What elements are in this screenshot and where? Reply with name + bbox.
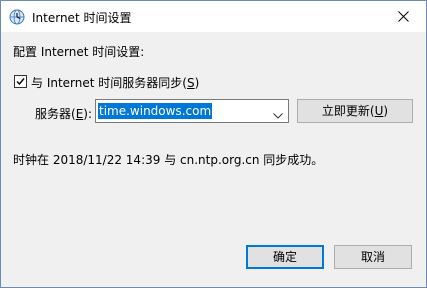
sync-status-message: 时钟在 2018/11/22 14:39 与 cn.ntp.org.cn 同步成… — [13, 153, 324, 167]
dialog-body: 配置 Internet 时间设置: 与 Internet 时间服务器同步(S) … — [1, 32, 426, 287]
server-label: 服务器(E): — [35, 107, 93, 121]
server-combobox[interactable]: time.windows.com — [95, 99, 289, 123]
chevron-down-icon[interactable] — [273, 108, 283, 122]
config-heading: 配置 Internet 时间设置: — [13, 45, 145, 59]
update-now-button[interactable]: 立即更新(U) — [297, 99, 413, 123]
close-icon — [398, 11, 409, 22]
window-title: Internet 时间设置 — [32, 11, 132, 25]
ok-button[interactable]: 确定 — [246, 245, 324, 269]
server-input[interactable]: time.windows.com — [98, 103, 213, 119]
clock-globe-icon — [9, 9, 25, 25]
close-button[interactable] — [382, 1, 426, 32]
cancel-button[interactable]: 取消 — [334, 245, 412, 269]
title-bar[interactable]: Internet 时间设置 — [1, 1, 426, 32]
checkmark-icon — [16, 78, 25, 86]
internet-time-settings-dialog: Internet 时间设置 配置 Internet 时间设置: 与 Intern… — [0, 0, 427, 288]
sync-label[interactable]: 与 Internet 时间服务器同步(S) — [31, 74, 199, 91]
sync-checkbox[interactable] — [14, 75, 27, 88]
